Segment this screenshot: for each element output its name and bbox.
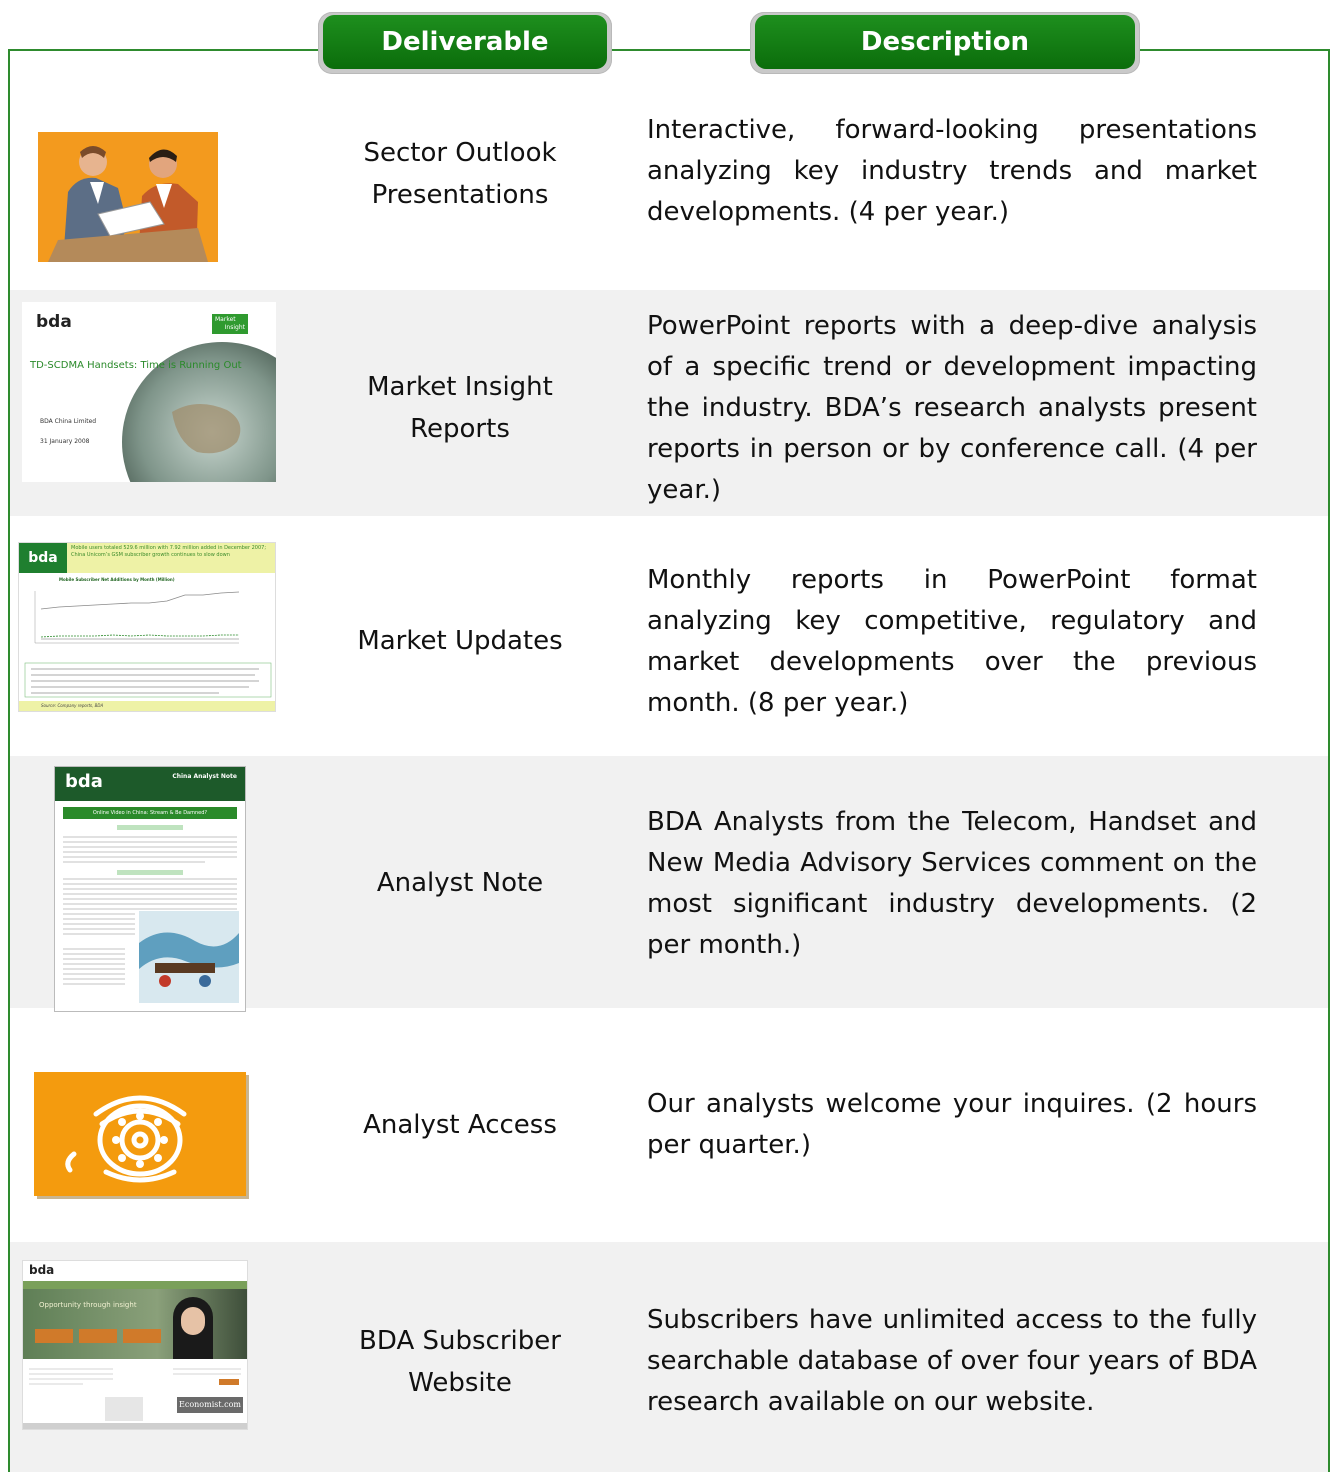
deliverable-description: PowerPoint reports with a deep-dive anal… [647, 311, 1257, 505]
telephone-icon [34, 1072, 246, 1196]
deliverable-line: Website [408, 1368, 512, 1398]
thumb-source: Source: Company reports, BDA [41, 703, 104, 708]
thumb-company: BDA China Limited [40, 418, 97, 425]
thumb-person-face [181, 1307, 205, 1335]
thumb-mini-chart [19, 591, 275, 711]
thumb-headline: Online Video in China: Stream & Be Damne… [63, 807, 237, 819]
thumb-note-title: China Analyst Note [172, 773, 237, 780]
badge-line: Insight [224, 324, 245, 331]
thumb-body-lines [63, 825, 239, 1003]
deliverable-line: Market Insight [367, 372, 553, 402]
tab-deliverable: Deliverable [318, 12, 612, 74]
tab-description-label: Description [755, 15, 1135, 69]
badge-line: Market [215, 316, 236, 323]
thumb-banner: Opportunity through insight [39, 1301, 137, 1309]
deliverable-name: Analyst Note [320, 862, 600, 904]
analyst-note-thumbnail: bda China Analyst Note Online Video in C… [54, 766, 246, 1012]
thumb-hero-box [123, 1329, 161, 1343]
thumb-logo: bda [65, 771, 103, 792]
thumb-logo: bda [36, 312, 72, 332]
market-insight-thumbnail: bda Market Insight TD-SCDMA Handsets: Ti… [22, 302, 276, 482]
thumb-hero-box [35, 1329, 73, 1343]
thumb-date: 31 January 2008 [40, 438, 90, 445]
deliverable-name: Market Insight Reports [320, 366, 600, 450]
thumb-nav-bar [23, 1281, 247, 1289]
deliverable-line: Presentations [371, 180, 549, 210]
deliverable-name: Market Updates [320, 620, 600, 662]
deliverable-name: BDA Subscriber Website [320, 1320, 600, 1404]
thumb-hero: Opportunity through insight [23, 1289, 247, 1359]
tab-deliverable-label: Deliverable [323, 15, 607, 69]
thumb-logo: bda [29, 1263, 55, 1277]
table-row: Analyst Access Our analysts welcome your… [10, 1008, 1328, 1242]
thumb-header-bar: bda China Analyst Note [55, 767, 245, 801]
thumb-title: TD-SCDMA Handsets: Time is Running Out [30, 360, 242, 371]
business-meeting-clipart-icon [38, 132, 218, 262]
deliverable-description: Our analysts welcome your inquires. (2 h… [647, 1089, 1257, 1160]
deliverable-description: BDA Analysts from the Telecom, Handset a… [647, 807, 1257, 960]
deliverable-line: Market Updates [357, 626, 563, 656]
deliverable-name: Sector Outlook Presentations [320, 132, 600, 216]
deliverable-line: Reports [410, 414, 510, 444]
market-updates-thumbnail: bda Mobile users totaled 529.6 million w… [18, 542, 276, 712]
deliverable-line: Analyst Access [363, 1110, 557, 1140]
deliverable-description: Interactive, forward-looking presentatio… [647, 115, 1257, 227]
deliverable-line: BDA Subscriber [359, 1326, 561, 1356]
thumb-content-lines [23, 1368, 247, 1429]
table-row: bda Opportunity through insight Economis… [10, 1242, 1328, 1472]
deliverable-name: Analyst Access [320, 1104, 600, 1146]
deliverable-line: Analyst Note [376, 868, 544, 898]
deliverables-page: Deliverable Description Sector Outlook P… [0, 0, 1330, 1472]
deliverable-description: Subscribers have unlimited access to the… [647, 1305, 1257, 1417]
table-row: bda Mobile users totaled 529.6 million w… [10, 516, 1328, 756]
thumb-economist: Economist.com [179, 1400, 241, 1409]
website-thumbnail: bda Opportunity through insight Economis… [22, 1260, 248, 1430]
thumb-economist-badge: Economist.com [177, 1397, 243, 1413]
deliverable-line: Sector Outlook [363, 138, 557, 168]
table-row: bda China Analyst Note Online Video in C… [10, 756, 1328, 1012]
thumb-hero-box [79, 1329, 117, 1343]
market-insight-badge: Market Insight [212, 314, 248, 334]
tab-description: Description [750, 12, 1140, 74]
deliverable-description: Monthly reports in PowerPoint format ana… [647, 565, 1257, 718]
thumb-headline-text: Online Video in China: Stream & Be Damne… [92, 810, 208, 816]
table-row: bda Market Insight TD-SCDMA Handsets: Ti… [10, 290, 1328, 516]
table-row: Sector Outlook Presentations Interactive… [10, 80, 1328, 290]
